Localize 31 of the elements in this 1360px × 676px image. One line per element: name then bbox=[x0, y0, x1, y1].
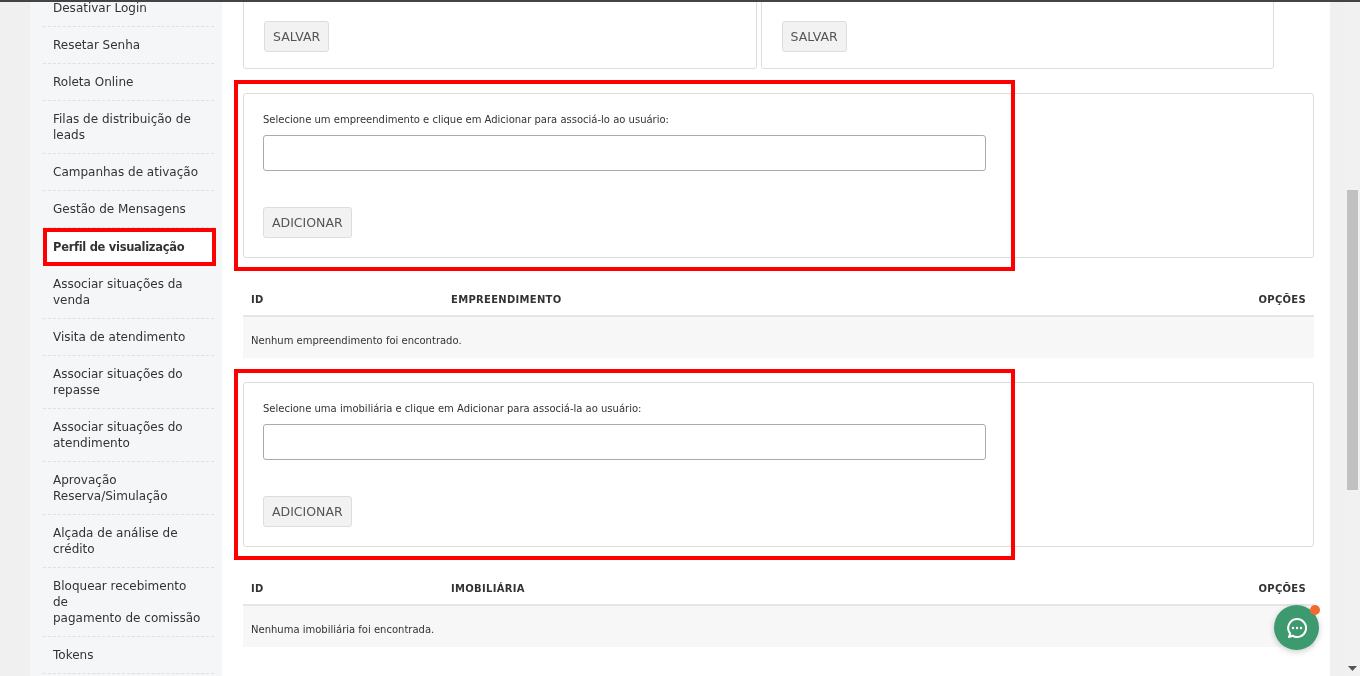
save-button[interactable]: SALVAR bbox=[264, 21, 330, 52]
sidebar-item[interactable]: Perfil de visualização bbox=[43, 228, 216, 266]
scroll-down-icon[interactable] bbox=[1348, 666, 1357, 671]
column-header: OPÇÕES bbox=[1258, 294, 1306, 305]
sidebar-item[interactable]: Desativar Login bbox=[43, 2, 214, 27]
chat-bubble-icon bbox=[1284, 615, 1309, 640]
add-button[interactable]: ADICIONAR bbox=[263, 207, 352, 238]
sidebar-item[interactable]: Tokens bbox=[43, 637, 214, 674]
sidebar-item[interactable]: Alçada de análise de crédito bbox=[43, 515, 214, 568]
sidebar-item[interactable]: Resetar Senha bbox=[43, 27, 214, 64]
empty-message: Nenhuma imobiliária foi encontrada. bbox=[251, 624, 435, 635]
save-button[interactable]: SALVAR bbox=[781, 21, 847, 52]
sidebar-item[interactable]: Associar situações do repasse bbox=[43, 356, 214, 409]
sidebar-item[interactable]: Associar situações da venda bbox=[43, 266, 214, 319]
add-button[interactable]: ADICIONAR bbox=[263, 496, 352, 527]
sidebar-item[interactable]: Associar situações do atendimento bbox=[43, 409, 214, 462]
column-header: ID bbox=[251, 294, 265, 305]
empty-message: Nenhum empreendimento foi encontrado. bbox=[251, 335, 462, 346]
sidebar-item[interactable]: Bloquear recebimento de pagamento de comissão bbox=[43, 568, 214, 637]
column-header: OPÇÕES bbox=[1258, 583, 1306, 594]
sidebar-item[interactable]: Roleta Online bbox=[43, 64, 214, 101]
scrollbar-thumb[interactable] bbox=[1347, 190, 1358, 490]
column-header: EMPREENDIMENTO bbox=[451, 294, 563, 305]
sidebar-item[interactable]: Campanhas de ativação bbox=[43, 154, 214, 191]
column-header: IMOBILIÁRIA bbox=[451, 583, 526, 594]
column-header: ID bbox=[251, 583, 265, 594]
sidebar-item[interactable]: Visita de atendimento bbox=[43, 319, 214, 356]
field-label: Selecione uma imobiliária e clique em Adicionar para associá-la ao usuário: bbox=[263, 403, 642, 414]
field-label: Selecione um empreendimento e clique em Adicionar para associá-lo ao usuário: bbox=[263, 114, 669, 125]
sidebar-item[interactable]: Aprovação Reserva/Simulação bbox=[43, 462, 214, 515]
sidebar-item[interactable]: Filas de distribuição de leads bbox=[43, 101, 214, 154]
